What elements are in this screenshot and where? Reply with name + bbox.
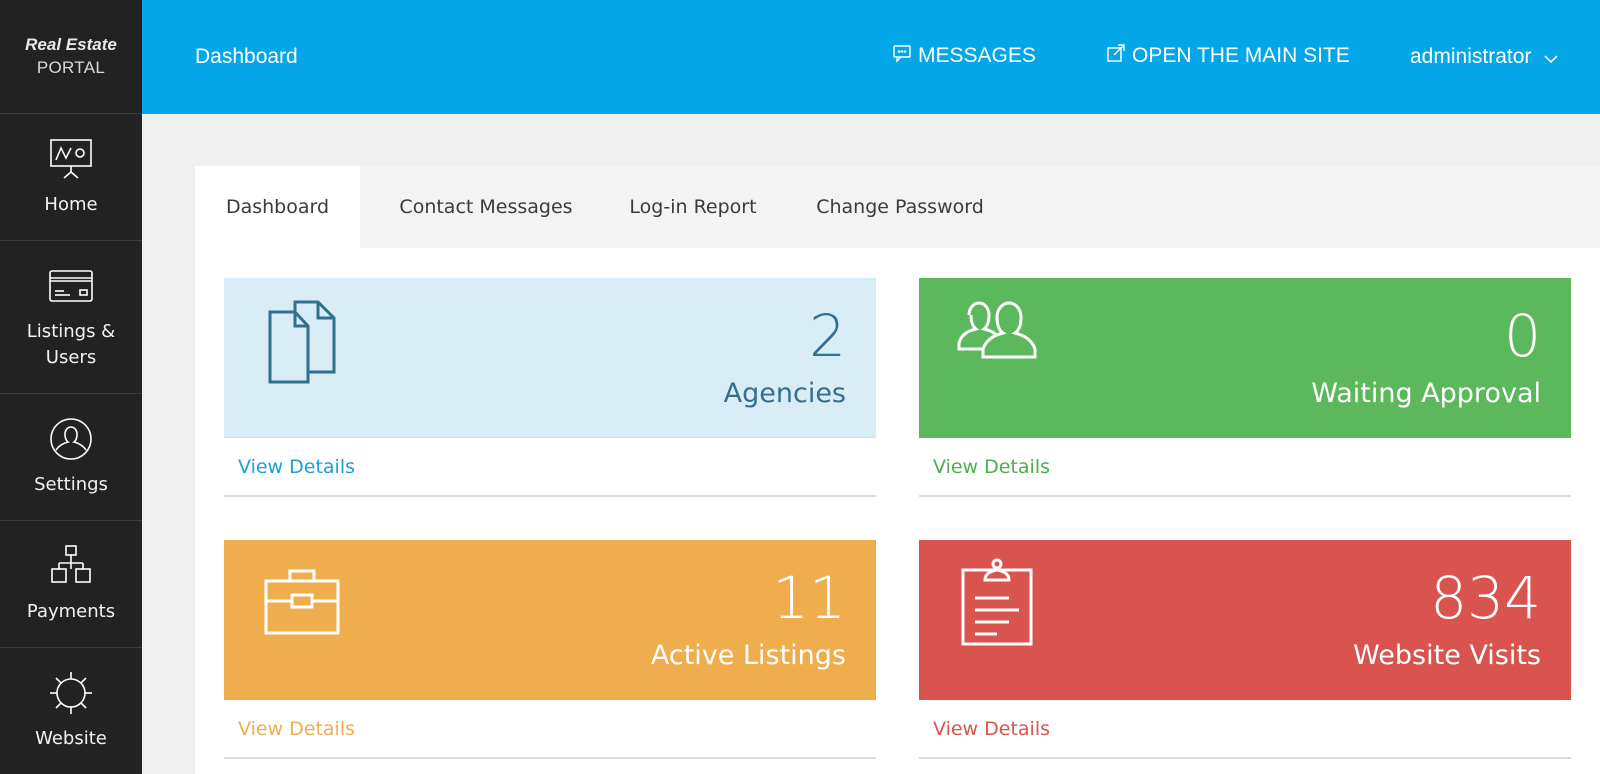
user-menu[interactable]: administrator — [1410, 45, 1559, 69]
waiting-approval-count: 0 — [1504, 302, 1541, 370]
external-link-icon — [1107, 44, 1125, 62]
tab-bar: Dashboard Contact Messages Log-in Report… — [195, 166, 1600, 248]
website-visits-view-details-link[interactable]: View Details — [919, 700, 1571, 759]
active-listings-card: 11 Active Listings View Details — [224, 540, 876, 759]
agencies-count: 2 — [809, 302, 846, 370]
logo-line2: PORTAL — [36, 58, 106, 77]
sidebar-item-listings-users[interactable]: Listings & Users — [0, 241, 142, 394]
briefcase-icon — [264, 569, 340, 635]
website-visits-card-body: 834 Website Visits — [919, 540, 1571, 700]
open-main-site-label: OPEN THE MAIN SITE — [1132, 44, 1350, 67]
sidebar-item-label: Settings — [34, 474, 108, 495]
agencies-view-details-link[interactable]: View Details — [224, 438, 876, 497]
active-listings-count: 11 — [772, 564, 846, 632]
sidebar-item-label: Website — [35, 728, 107, 749]
waiting-approval-label: Waiting Approval — [1311, 378, 1541, 409]
agencies-card-body: 2 Agencies — [224, 278, 876, 438]
users-icon — [957, 301, 1037, 359]
logo-line1: Real Estate — [25, 35, 117, 54]
documents-icon — [268, 300, 336, 384]
sidebar-item-payments[interactable]: Payments — [0, 521, 142, 648]
tab-dashboard[interactable]: Dashboard — [195, 166, 360, 248]
top-bar: Dashboard MESSAGES OPEN THE MAIN SITE ad… — [142, 0, 1600, 114]
active-listings-card-body: 11 Active Listings — [224, 540, 876, 700]
dashboard-panel: Dashboard Contact Messages Log-in Report… — [195, 166, 1600, 774]
user-circle-icon — [50, 418, 92, 460]
active-listings-view-details-link[interactable]: View Details — [224, 700, 876, 759]
sidebar-item-label: Listings & Users — [26, 321, 116, 368]
waiting-approval-card-body: 0 Waiting Approval — [919, 278, 1571, 438]
sidebar-item-label: Payments — [26, 601, 116, 622]
logo[interactable]: Real Estate PORTAL — [0, 0, 142, 114]
sidebar-item-settings[interactable]: Settings — [0, 394, 142, 521]
open-main-site-link[interactable]: OPEN THE MAIN SITE — [1106, 44, 1350, 68]
tab-contact-messages[interactable]: Contact Messages — [391, 166, 581, 248]
agencies-card: 2 Agencies View Details — [224, 278, 876, 497]
agencies-label: Agencies — [723, 378, 846, 409]
sidebar: Real Estate PORTAL Home Listings & Users — [0, 0, 142, 774]
tab-login-report[interactable]: Log-in Report — [618, 166, 768, 248]
chevron-down-icon — [1544, 55, 1558, 64]
user-name: administrator — [1410, 45, 1532, 68]
presentation-board-icon — [50, 139, 92, 179]
website-visits-count: 834 — [1430, 564, 1541, 632]
sidebar-item-home[interactable]: Home — [0, 114, 142, 241]
website-visits-label: Website Visits — [1353, 640, 1541, 671]
sitemap-icon — [51, 545, 91, 583]
page-title: Dashboard — [195, 45, 298, 68]
sidebar-item-website[interactable]: Website — [0, 648, 142, 774]
credit-card-icon — [49, 270, 93, 302]
tab-change-password[interactable]: Change Password — [807, 166, 993, 248]
chat-bubble-icon — [893, 45, 911, 63]
active-listings-label: Active Listings — [650, 640, 846, 671]
website-visits-card: 834 Website Visits View Details — [919, 540, 1571, 759]
sidebar-item-label: Home — [44, 194, 98, 215]
gear-icon — [50, 672, 92, 714]
messages-label: MESSAGES — [918, 44, 1036, 67]
messages-link[interactable]: MESSAGES — [892, 44, 1036, 68]
waiting-approval-card: 0 Waiting Approval View Details — [919, 278, 1571, 497]
clipboard-icon — [961, 558, 1033, 646]
waiting-approval-view-details-link[interactable]: View Details — [919, 438, 1571, 497]
